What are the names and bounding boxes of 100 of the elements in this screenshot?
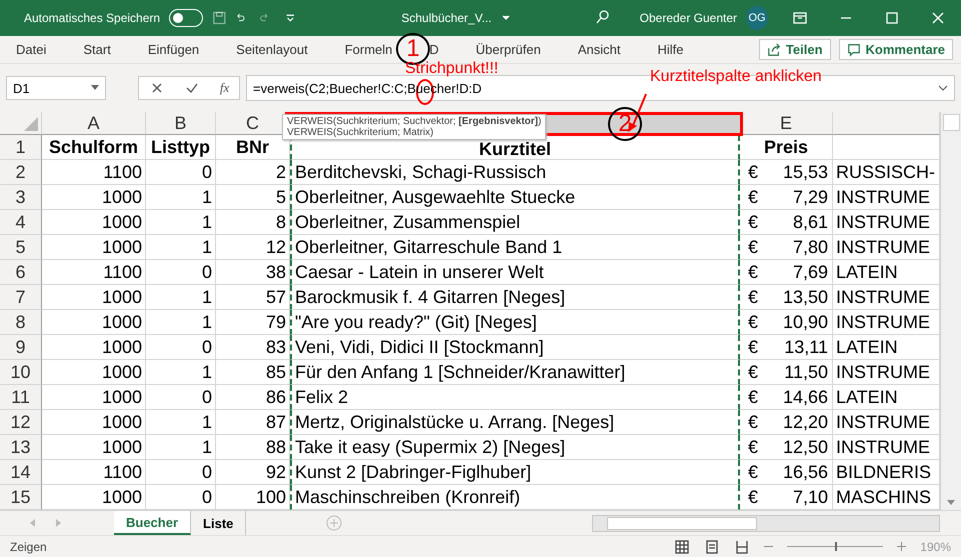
table-cell: 1 — [146, 310, 216, 335]
table-cell: 1000 — [42, 435, 146, 460]
currency-symbol: € — [748, 436, 758, 458]
table-cell: INSTRUME — [833, 210, 940, 235]
currency-symbol: € — [748, 186, 758, 208]
table-cell: INSTRUME — [833, 435, 940, 460]
table-cell: 1100 — [42, 460, 146, 485]
table-cell: Veni, Vidi, Didici II [Stockmann] — [290, 335, 740, 360]
table-cell: INSTRUME — [833, 285, 940, 310]
table-cell: Listtyp — [146, 135, 216, 160]
table-cell: Oberleitner, Zusammenspiel — [290, 210, 740, 235]
currency-symbol: € — [748, 262, 758, 282]
table-cell: 1 — [146, 285, 216, 310]
table-cell: INSTRUME — [833, 235, 940, 260]
table-cell: LATEIN — [833, 335, 940, 360]
cell-text: 13,11 — [784, 336, 828, 358]
step-number: 2 — [608, 107, 642, 141]
table-cell: 1000 — [42, 235, 146, 260]
table-cell: 1 — [146, 360, 216, 385]
table-cell: 0 — [146, 260, 216, 285]
cell-text: 11,50 — [784, 362, 828, 382]
table-cell: 1 — [146, 185, 216, 210]
table-cell: Barockmusik f. 4 Gitarren [Neges] — [290, 285, 740, 310]
cell-text: 10,90 — [782, 312, 828, 332]
currency-symbol: € — [748, 162, 758, 182]
table-cell: INSTRUME — [833, 410, 940, 435]
table-cell: Take it easy (Supermix 2) [Neges] — [290, 435, 740, 460]
table-cell: BILDNERIS — [833, 460, 940, 485]
table-cell: 38 — [216, 260, 290, 285]
cell-text: 7,80 — [792, 236, 828, 258]
table-cell: INSTRUME — [833, 310, 940, 335]
currency-symbol: € — [748, 312, 758, 332]
table-cell: 5 — [216, 185, 290, 210]
table-cell: 1 — [146, 435, 216, 460]
table-cell: 1 — [146, 235, 216, 260]
table-cell: 1000 — [42, 310, 146, 335]
table-cell: 0 — [146, 385, 216, 410]
table-cell: 86 — [216, 385, 290, 410]
currency-symbol: € — [748, 486, 758, 508]
table-cell: "Are you ready?" (Git) [Neges] — [290, 310, 740, 335]
table-cell: 1000 — [42, 285, 146, 310]
table-cell: Für den Anfang 1 [Schneider/Kranawitter] — [290, 360, 740, 385]
table-cell: 87 — [216, 410, 290, 435]
table-cell: 1000 — [42, 185, 146, 210]
cell-text: 16,56 — [782, 462, 828, 482]
currency-symbol: € — [748, 412, 758, 432]
table-cell: Berditchevski, Schagi-Russisch — [290, 160, 740, 185]
currency-symbol: € — [748, 286, 758, 308]
cell-text: 7,69 — [792, 262, 828, 282]
currency-symbol: € — [748, 212, 758, 232]
table-cell: 1 — [146, 210, 216, 235]
table-cell: 1000 — [42, 385, 146, 410]
cell-text: 8,61 — [792, 212, 828, 232]
currency-symbol: € — [748, 236, 758, 258]
table-cell: Schulform — [42, 135, 146, 160]
table-cell: 0 — [146, 160, 216, 185]
table-cell: 1000 — [42, 360, 146, 385]
table-cell: INSTRUME — [833, 360, 940, 385]
table-cell: Mertz, Originalstücke u. Arrang. [Neges] — [290, 410, 740, 435]
table-cell: 88 — [216, 435, 290, 460]
currency-symbol: € — [748, 336, 758, 358]
table-cell: LATEIN — [833, 385, 940, 410]
table-cell: 1 — [146, 410, 216, 435]
user-name: Obereder Guenter — [640, 11, 738, 25]
table-cell: RUSSISCH- — [833, 160, 940, 185]
table-cell: 1000 — [42, 210, 146, 235]
table-cell: Oberleitner, Gitarreschule Band 1 — [290, 235, 740, 260]
cell-text: 7,29 — [792, 186, 828, 208]
table-cell: Preis — [740, 135, 833, 160]
autosave-label: Automatisches Speichern — [24, 11, 160, 25]
currency-symbol: € — [748, 462, 758, 482]
table-cell: 12 — [216, 235, 290, 260]
table-cell: Felix 2 — [290, 385, 740, 410]
status-text: Zeigen — [10, 540, 47, 554]
cell-text: 7,10 — [792, 486, 828, 508]
function-tooltip: VERWEIS(Suchkriterium; Suchvektor; [Ergebnisvektor]) VERWEIS(Suchkriterium; Matrix) — [282, 114, 546, 140]
table-cell: Oberleitner, Ausgewaehlte Stuecke — [290, 185, 740, 210]
table-cell: Kunst 2 [Dabringer-Figlhuber] — [290, 460, 740, 485]
cell-text: 15,53 — [782, 162, 828, 182]
table-cell: 2 — [216, 160, 290, 185]
table-cell: INSTRUME — [833, 185, 940, 210]
table-cell: 1100 — [42, 260, 146, 285]
table-cell: Caesar - Latein in unserer Welt — [290, 260, 740, 285]
table-cell: 1100 — [42, 160, 146, 185]
cell-text: 12,20 — [782, 412, 828, 432]
table-cell: 1000 — [42, 335, 146, 360]
table-cell: 1000 — [42, 410, 146, 435]
cell-text: 12,50 — [782, 436, 828, 458]
table-cell: 57 — [216, 285, 290, 310]
table-cell: 8 — [216, 210, 290, 235]
table-cell: 92 — [216, 460, 290, 485]
table-cell: LATEIN — [833, 260, 940, 285]
cell-text: 14,66 — [782, 386, 828, 408]
table-cell: 83 — [216, 335, 290, 360]
table-cell: 0 — [146, 335, 216, 360]
currency-symbol: € — [748, 362, 758, 382]
table-cell: 0 — [146, 460, 216, 485]
table-cell: 85 — [216, 360, 290, 385]
zoom-level: 190% — [920, 540, 951, 554]
cell-text: 13,50 — [782, 286, 828, 308]
